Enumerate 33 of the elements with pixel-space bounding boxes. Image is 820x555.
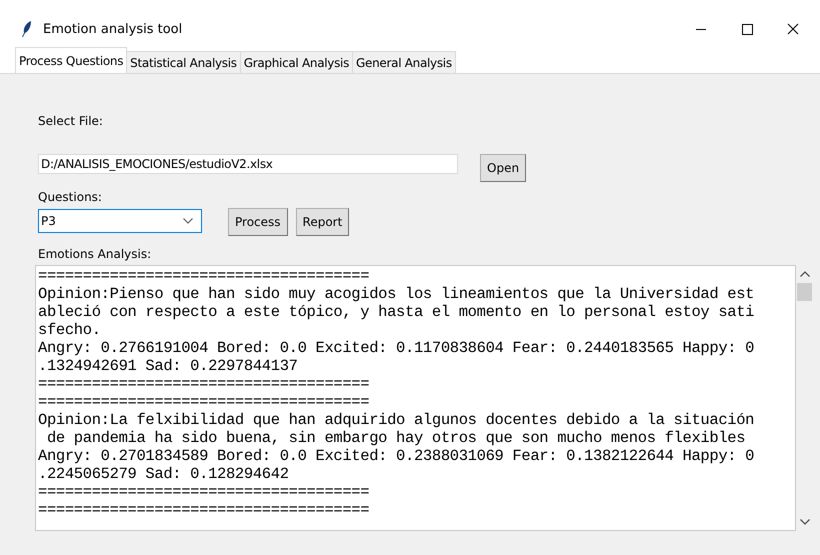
output-line: ===================================== [38,267,370,285]
output-line: Angry: 0.2701834589 Bored: 0.0 Excited: 0.2388031069 Fear: 0.1382122644 Happy: 0 [38,447,754,465]
questions-label: Questions: [38,190,103,204]
output-text-area[interactable] [35,265,796,531]
output-line: Opinion:La felxibilidad que han adquirido algunos docentes debido a la situación [38,411,754,429]
output-line: ===================================== [38,483,370,501]
open-button[interactable]: Open [480,154,526,182]
chevron-down-icon [183,218,193,224]
output-line: de pandemia ha sido buena, sin embargo hay otros que son mucho menos flexibles [46,429,746,447]
tab[interactable]: General Analysis [352,51,456,73]
output-line: ===================================== [38,393,370,411]
output-line: sfecho. [38,321,101,339]
emotions-analysis-label: Emotions Analysis: [38,247,152,263]
output-line: ===================================== [38,375,370,393]
output-line: .2245065279 Sad: 0.128294642 [38,465,289,483]
question-dropdown[interactable]: P3 [38,208,202,232]
scroll-down-icon[interactable] [800,519,810,525]
scrollbar-thumb[interactable] [797,283,812,301]
scroll-up-icon[interactable] [800,271,810,277]
select-file-label: Select File: [38,114,104,130]
output-line: Angry: 0.2766191004 Bored: 0.0 Excited: 0.1170838604 Fear: 0.2440183565 Happy: 0 [38,339,754,357]
output-line: .1324942691 Sad: 0.2297844137 [38,357,298,375]
output-line: ableció con respecto a este tópico, y hasta el momento en lo personal estoy sati [38,303,754,321]
file-path-field[interactable]: D:/ANALISIS_EMOCIONES/estudioV2.xlsx [38,154,458,174]
output-line: ===================================== [38,501,370,519]
action-button[interactable]: Process [228,208,288,236]
window-title: Emotion analysis tool [43,22,182,36]
tab[interactable]: Statistical Analysis [126,51,241,73]
output-line: Opinion:Pienso que han sido muy acogidos los lineamientos que la Universidad est [38,285,754,303]
feather-icon [22,21,32,37]
tab[interactable]: Process Questions [15,47,128,73]
tab[interactable]: Graphical Analysis [240,51,354,73]
action-button[interactable]: Report [296,208,350,236]
